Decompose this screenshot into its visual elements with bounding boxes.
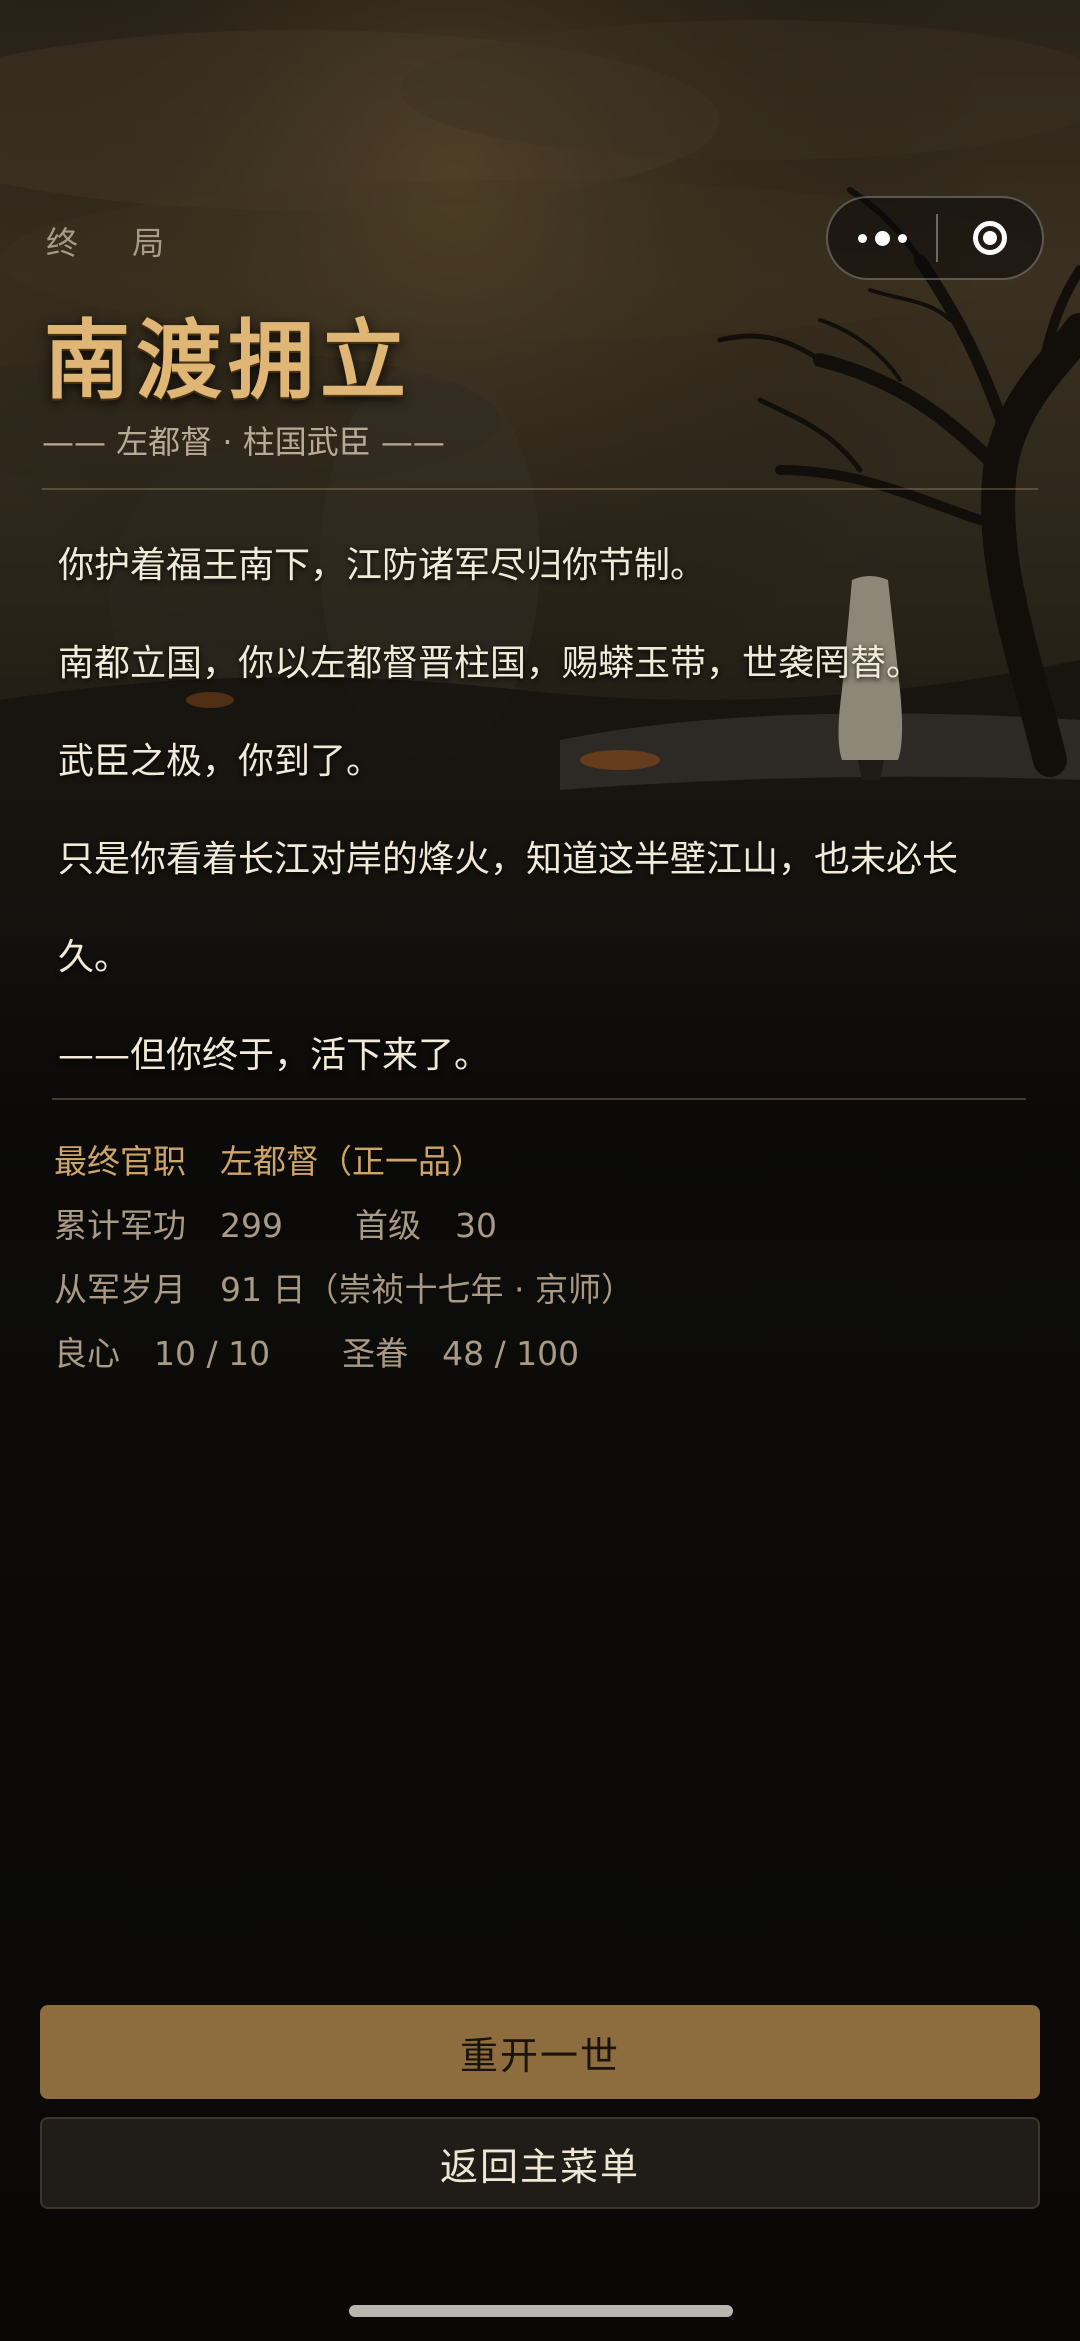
target-close-icon[interactable] <box>938 198 1042 278</box>
stat-row-service: 从军岁月 91 日（崇祯十七年 · 京师） <box>54 1258 634 1322</box>
divider <box>42 488 1038 490</box>
ending-title: 南渡拥立 <box>44 311 412 411</box>
stat-value: 10 / 10 <box>154 1334 271 1373</box>
story-paragraph: 武臣之极，你到了。 <box>58 741 383 782</box>
divider <box>52 1098 1026 1100</box>
stat-label: 累计军功 <box>54 1206 186 1245</box>
stat-row-rank: 最终官职 左都督（正一品） <box>54 1130 634 1194</box>
stat-label: 良心 <box>54 1334 120 1373</box>
story-paragraph: ——但你终于，活下来了。 <box>58 1035 491 1076</box>
stat-label: 圣眷 <box>342 1334 409 1373</box>
stat-row-conscience: 良心 10 / 10 圣眷 48 / 100 <box>54 1322 634 1386</box>
more-dots-icon[interactable] <box>828 198 936 278</box>
stat-row-merit: 累计军功 299 首级 30 <box>54 1194 634 1258</box>
stat-label: 从军岁月 <box>54 1270 186 1309</box>
stat-value: 48 / 100 <box>442 1334 580 1373</box>
mini-program-capsule <box>826 196 1044 280</box>
stat-value: 30 <box>455 1206 497 1245</box>
stat-value: 91 日（崇祯十七年 · 京师） <box>220 1270 634 1309</box>
stat-label: 最终官职 <box>54 1142 186 1181</box>
story-text: 你护着福王南下，江防诸军尽归你节制。 南都立国，你以左都督晋柱国，赐蟒玉带，世袭… <box>58 517 1018 1105</box>
final-stats: 最终官职 左都督（正一品） 累计军功 299 首级 30 从军岁月 91 日（崇祯十七年 … <box>54 1130 634 1386</box>
main-menu-button[interactable]: 返回主菜单 <box>40 2117 1040 2209</box>
ending-kicker: 终 局 <box>46 224 187 262</box>
story-paragraph: 南都立国，你以左都督晋柱国，赐蟒玉带，世袭罔替。 <box>58 643 923 684</box>
stat-label: 首级 <box>355 1206 421 1245</box>
stat-value: 左都督（正一品） <box>220 1142 484 1181</box>
story-paragraph: 只是你看着长江对岸的烽火，知道这半壁江山，也未必长久。 <box>58 839 959 978</box>
story-paragraph: 你护着福王南下，江防诸军尽归你节制。 <box>58 545 707 586</box>
ending-subtitle: —— 左都督 · 柱国武臣 —— <box>42 423 445 461</box>
restart-button[interactable]: 重开一世 <box>40 2005 1040 2099</box>
home-indicator[interactable] <box>349 2305 733 2317</box>
stat-value: 299 <box>220 1206 283 1245</box>
